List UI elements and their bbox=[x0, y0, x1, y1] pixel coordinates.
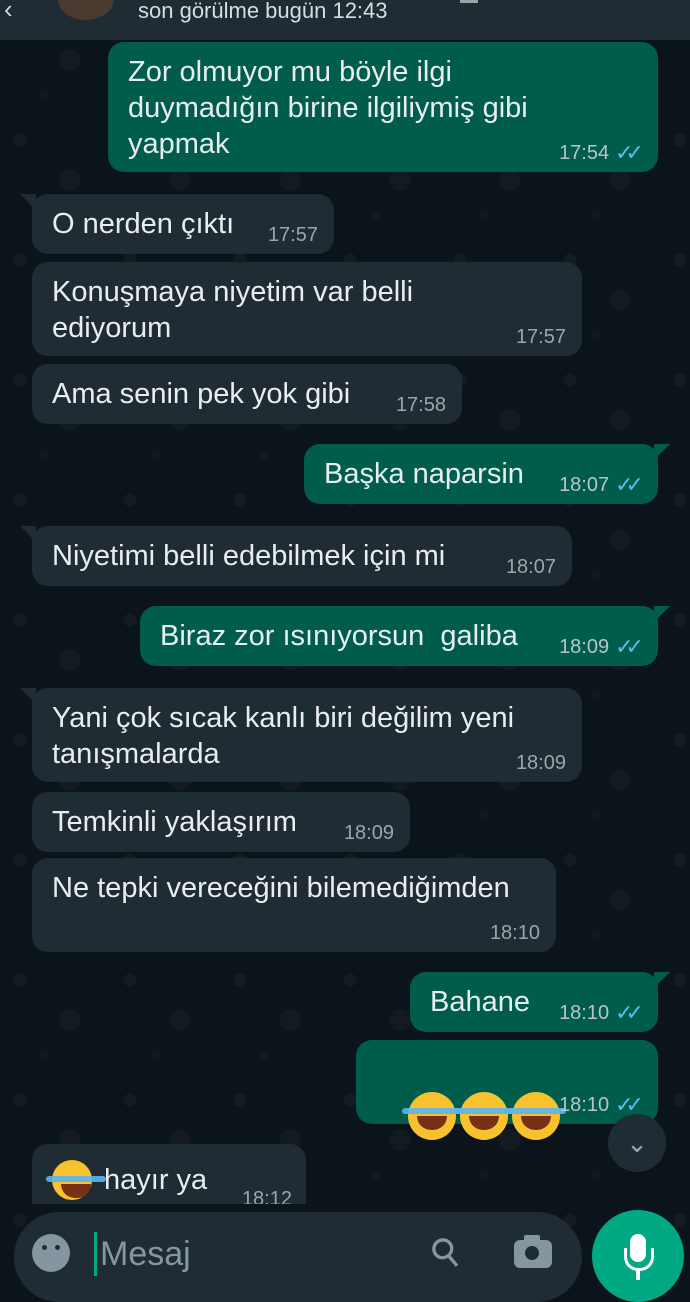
tears-of-joy-emoji-icon bbox=[402, 1092, 463, 1140]
last-seen-status: son görülme bugün 12:43 bbox=[138, 0, 388, 23]
message-bubble-outgoing[interactable]: Biraz zor ısınıyorsun galiba 18:09 ✓✓ bbox=[140, 606, 670, 666]
bubble-tail bbox=[20, 526, 36, 542]
message-text: Konuşmaya niyetim var belli ediyorum bbox=[52, 276, 414, 344]
message-content: hayır ya bbox=[46, 1160, 208, 1200]
message-time: 17:57 bbox=[267, 224, 318, 246]
message-meta: 18:10 ✓✓ bbox=[559, 1000, 644, 1025]
message-time: 18:09 bbox=[515, 752, 566, 774]
scroll-down-icon[interactable]: ⌄ bbox=[608, 1114, 666, 1172]
message-bubble-outgoing[interactable]: Bahane 18:10 ✓✓ bbox=[410, 972, 670, 1032]
message-text: Başka naparsin bbox=[324, 458, 524, 490]
message-input[interactable] bbox=[98, 1226, 402, 1282]
message-text: O nerden çıktı bbox=[52, 208, 235, 240]
read-receipt-icon: ✓✓ bbox=[615, 1092, 644, 1117]
header-action-icon[interactable] bbox=[460, 0, 478, 3]
bubble-tail bbox=[32, 1144, 36, 1160]
message-bubble-incoming[interactable]: Temkinli yaklaşırım 18:09 bbox=[32, 792, 410, 852]
message-bubble-incoming[interactable]: Ne tepki vereceğini bilemediğimden 18:10 bbox=[32, 858, 556, 952]
message-text: Yani çok sıcak kanlı biri değilim yeni t… bbox=[52, 702, 515, 770]
bubble-tail bbox=[654, 606, 670, 622]
camera-icon[interactable] bbox=[514, 1235, 552, 1268]
message-time: 18:07 bbox=[505, 556, 556, 578]
read-receipt-icon: ✓✓ bbox=[615, 1000, 644, 1025]
message-text: Ne tepki vereceğini bilemediğimden bbox=[52, 872, 510, 904]
message-time: 18:09 bbox=[343, 822, 394, 844]
tears-of-joy-emoji-icon bbox=[454, 1092, 515, 1140]
message-meta: 17:57 bbox=[516, 326, 566, 348]
read-receipt-icon: ✓✓ bbox=[615, 472, 644, 497]
bubble-tail bbox=[20, 194, 36, 210]
message-bubble-incoming[interactable]: O nerden çıktı 17:57 bbox=[20, 194, 334, 254]
mic-pole bbox=[636, 1270, 640, 1280]
avatar[interactable] bbox=[58, 0, 114, 20]
message-meta: 18:12 bbox=[242, 1188, 292, 1204]
message-meta: 18:09 bbox=[516, 752, 566, 774]
message-bubble-outgoing[interactable]: Zor olmuyor mu böyle ilgi duymadığın bir… bbox=[108, 42, 658, 172]
message-bubble-incoming[interactable]: Yani çok sıcak kanlı biri değilim yeni t… bbox=[20, 688, 582, 782]
message-meta: 18:09 bbox=[344, 822, 394, 844]
message-time: 18:10 bbox=[489, 922, 540, 944]
bubble-tail bbox=[654, 444, 670, 460]
message-time: 18:09 bbox=[559, 636, 610, 658]
tears-of-joy-emoji-icon bbox=[506, 1092, 567, 1140]
emoji-row bbox=[376, 1056, 567, 1185]
message-bubble-incoming[interactable]: Ama senin pek yok gibi 17:58 bbox=[32, 364, 462, 424]
message-meta: 18:09 ✓✓ bbox=[559, 634, 644, 659]
message-text: hayır ya bbox=[104, 1164, 208, 1196]
read-receipt-icon: ✓✓ bbox=[615, 140, 644, 165]
attach-icon[interactable]: ⚲ bbox=[421, 1226, 471, 1278]
message-text: Ama senin pek yok gibi bbox=[52, 378, 351, 410]
message-text: Bahane bbox=[430, 986, 530, 1018]
message-bubble-outgoing[interactable]: 18:10 ✓✓ bbox=[356, 1040, 658, 1140]
message-time: 18:10 bbox=[559, 1002, 610, 1024]
message-text: Biraz zor ısınıyorsun galiba bbox=[160, 620, 518, 652]
mic-stand bbox=[624, 1248, 654, 1271]
message-text: Zor olmuyor mu böyle ilgi duymadığın bir… bbox=[128, 56, 528, 160]
message-text: Temkinli yaklaşırım bbox=[52, 806, 297, 838]
chat-header[interactable]: ‹ son görülme bugün 12:43 bbox=[0, 0, 690, 40]
message-meta: 18:07 bbox=[506, 556, 556, 578]
read-receipt-icon: ✓✓ bbox=[615, 634, 644, 659]
bubble-tail bbox=[20, 688, 36, 704]
message-composer[interactable]: ⚲ bbox=[14, 1212, 582, 1302]
back-arrow-icon[interactable]: ‹ bbox=[4, 0, 13, 25]
message-bubble-outgoing[interactable]: Başka naparsin 18:07 ✓✓ bbox=[304, 444, 670, 504]
message-bubble-incoming[interactable]: Konuşmaya niyetim var belli ediyorum 17:… bbox=[32, 262, 582, 356]
bubble-tail bbox=[654, 972, 670, 988]
message-time: 18:10 bbox=[559, 1094, 610, 1116]
mic-icon[interactable] bbox=[592, 1210, 684, 1302]
message-meta: 17:54 ✓✓ bbox=[559, 140, 644, 165]
message-bubble-incoming[interactable]: Niyetimi belli edebilmek için mi 18:07 bbox=[20, 526, 572, 586]
message-time: 17:58 bbox=[395, 394, 446, 416]
grinning-sweat-emoji-icon bbox=[46, 1160, 106, 1200]
message-time: 18:12 bbox=[241, 1188, 292, 1204]
message-meta: 17:58 bbox=[396, 394, 446, 416]
message-meta: 17:57 bbox=[268, 224, 318, 246]
message-text: Niyetimi belli edebilmek için mi bbox=[52, 540, 446, 572]
message-time: 18:07 bbox=[559, 474, 610, 496]
message-time: 17:54 bbox=[559, 142, 610, 164]
text-caret bbox=[94, 1232, 97, 1276]
message-time: 17:57 bbox=[515, 326, 566, 348]
message-meta: 18:07 ✓✓ bbox=[559, 472, 644, 497]
message-meta: 18:10 bbox=[490, 922, 540, 944]
message-bubble-incoming[interactable]: hayır ya 18:12 bbox=[32, 1144, 306, 1204]
message-meta: 18:10 ✓✓ bbox=[559, 1092, 644, 1117]
emoji-icon[interactable] bbox=[32, 1234, 70, 1272]
